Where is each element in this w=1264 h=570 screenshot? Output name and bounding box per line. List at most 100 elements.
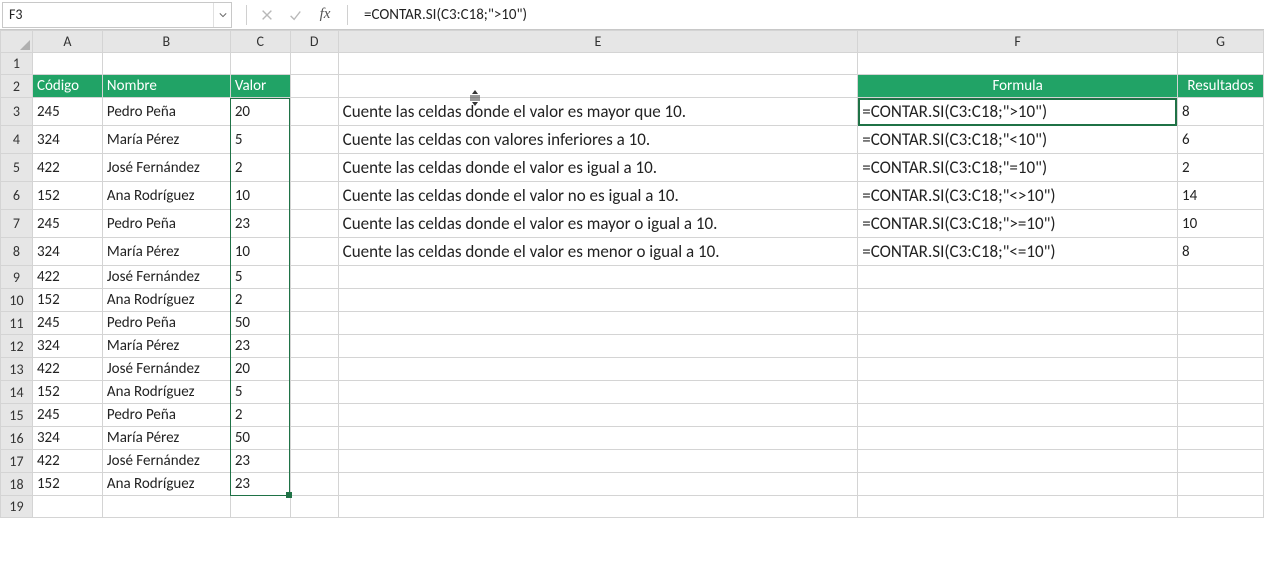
cell-E3[interactable]: Cuente las celdas donde el valor es mayo… [338,98,858,126]
cell-F10[interactable] [858,289,1178,312]
cell-A15[interactable]: 245 [32,404,102,427]
col-header-B[interactable]: B [102,31,230,53]
row-header[interactable]: 12 [1,335,33,358]
cell-F11[interactable] [858,312,1178,335]
cell-C4[interactable]: 5 [230,126,290,154]
cell-G13[interactable] [1177,358,1263,381]
col-header-C[interactable]: C [230,31,290,53]
cell-C8[interactable]: 10 [230,238,290,266]
cell-G9[interactable] [1177,266,1263,289]
cell-G12[interactable] [1177,335,1263,358]
cell-B17[interactable]: José Fernández [102,450,230,473]
cell-D1[interactable] [290,53,338,75]
cell-B12[interactable]: María Pérez [102,335,230,358]
row-header[interactable]: 11 [1,312,33,335]
cell-E2[interactable] [338,75,858,98]
cell-G4[interactable]: 6 [1177,126,1263,154]
cell-C15[interactable]: 2 [230,404,290,427]
cell-G7[interactable]: 10 [1177,210,1263,238]
cell-C5[interactable]: 2 [230,154,290,182]
row-header[interactable]: 4 [1,126,33,154]
row-header[interactable]: 1 [1,53,33,75]
cell-A2[interactable]: Código [32,75,102,98]
cell-A7[interactable]: 245 [32,210,102,238]
col-header-D[interactable]: D [290,31,338,53]
cell-F8[interactable]: =CONTAR.SI(C3:C18;"<=10") [858,238,1178,266]
cell-D5[interactable] [290,154,338,182]
cell-D9[interactable] [290,266,338,289]
cell-C18[interactable]: 23 [230,473,290,496]
col-header-E[interactable]: E [338,31,858,53]
row-header[interactable]: 19 [1,496,33,518]
cell-E14[interactable] [338,381,858,404]
cell-E5[interactable]: Cuente las celdas donde el valor es igua… [338,154,858,182]
cell-B13[interactable]: José Fernández [102,358,230,381]
cell-C17[interactable]: 23 [230,450,290,473]
cell-E12[interactable] [338,335,858,358]
cell-F14[interactable] [858,381,1178,404]
cell-A17[interactable]: 422 [32,450,102,473]
cell-B11[interactable]: Pedro Peña [102,312,230,335]
cell-B9[interactable]: José Fernández [102,266,230,289]
cell-B3[interactable]: Pedro Peña [102,98,230,126]
cell-G1[interactable] [1177,53,1263,75]
cell-B18[interactable]: Ana Rodríguez [102,473,230,496]
cell-E11[interactable] [338,312,858,335]
cell-C12[interactable]: 23 [230,335,290,358]
cell-A13[interactable]: 422 [32,358,102,381]
cell-F16[interactable] [858,427,1178,450]
cell-G18[interactable] [1177,473,1263,496]
cell-G2[interactable]: Resultados [1177,75,1263,98]
cell-G16[interactable] [1177,427,1263,450]
cell-G5[interactable]: 2 [1177,154,1263,182]
cancel-icon[interactable] [253,2,281,28]
cell-A1[interactable] [32,53,102,75]
cell-F9[interactable] [858,266,1178,289]
col-header-F[interactable]: F [858,31,1178,53]
cell-E16[interactable] [338,427,858,450]
cell-E7[interactable]: Cuente las celdas donde el valor es mayo… [338,210,858,238]
cell-A12[interactable]: 324 [32,335,102,358]
cell-G10[interactable] [1177,289,1263,312]
cell-F5[interactable]: =CONTAR.SI(C3:C18;"=10") [858,154,1178,182]
cell-E1[interactable] [338,53,858,75]
cell-E18[interactable] [338,473,858,496]
cell-E8[interactable]: Cuente las celdas donde el valor es meno… [338,238,858,266]
cell-G15[interactable] [1177,404,1263,427]
grid[interactable]: A B C D E F G 12CódigoNombreValorFormula… [0,30,1264,518]
cell-F12[interactable] [858,335,1178,358]
cell-B10[interactable]: Ana Rodríguez [102,289,230,312]
cell-E17[interactable] [338,450,858,473]
cell-D17[interactable] [290,450,338,473]
cell-B2[interactable]: Nombre [102,75,230,98]
row-header[interactable]: 13 [1,358,33,381]
row-header[interactable]: 17 [1,450,33,473]
cell-C13[interactable]: 20 [230,358,290,381]
cell-D8[interactable] [290,238,338,266]
cell-C6[interactable]: 10 [230,182,290,210]
cell-B1[interactable] [102,53,230,75]
select-all-corner[interactable] [1,31,33,53]
row-header[interactable]: 7 [1,210,33,238]
cell-G14[interactable] [1177,381,1263,404]
cell-A6[interactable]: 152 [32,182,102,210]
cell-E15[interactable] [338,404,858,427]
cell-G19[interactable] [1177,496,1263,518]
cell-D13[interactable] [290,358,338,381]
cell-B16[interactable]: María Pérez [102,427,230,450]
cell-G6[interactable]: 14 [1177,182,1263,210]
cell-B4[interactable]: María Pérez [102,126,230,154]
row-header[interactable]: 14 [1,381,33,404]
cell-G11[interactable] [1177,312,1263,335]
cell-C9[interactable]: 5 [230,266,290,289]
cell-F15[interactable] [858,404,1178,427]
cell-D19[interactable] [290,496,338,518]
row-header[interactable]: 3 [1,98,33,126]
cell-C11[interactable]: 50 [230,312,290,335]
cell-B6[interactable]: Ana Rodríguez [102,182,230,210]
row-header[interactable]: 15 [1,404,33,427]
cell-D6[interactable] [290,182,338,210]
cell-D2[interactable] [290,75,338,98]
cell-D15[interactable] [290,404,338,427]
cell-E9[interactable] [338,266,858,289]
